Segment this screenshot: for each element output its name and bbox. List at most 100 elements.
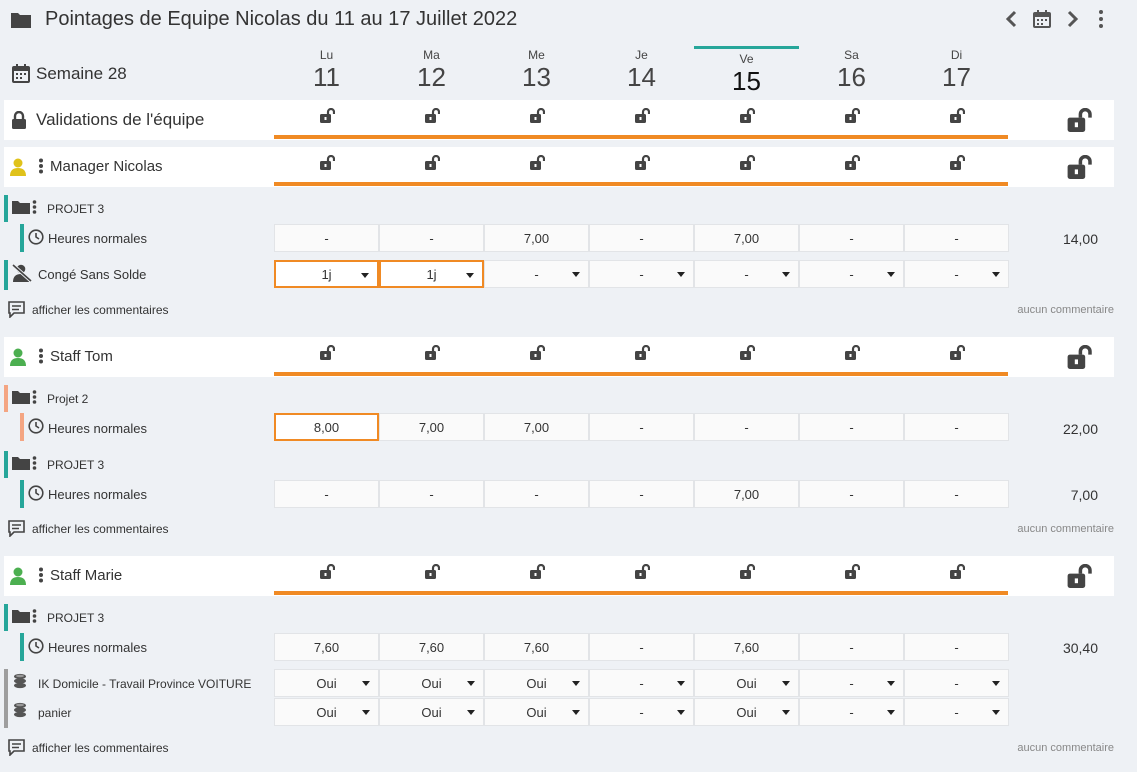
unlock-day-icon[interactable] bbox=[799, 108, 904, 123]
dropdown-cell[interactable]: - bbox=[799, 669, 904, 697]
unlock-day-icon[interactable] bbox=[904, 345, 1009, 360]
kebab-menu-icon[interactable] bbox=[32, 200, 37, 214]
unlock-day-icon[interactable] bbox=[274, 345, 379, 360]
chevron-left-icon[interactable] bbox=[1003, 9, 1021, 29]
unlock-day-icon[interactable] bbox=[379, 155, 484, 170]
dropdown-cell[interactable]: - bbox=[904, 698, 1009, 726]
unlock-day-icon[interactable] bbox=[904, 155, 1009, 170]
time-input-cell[interactable]: - bbox=[589, 224, 694, 252]
time-input-cell[interactable]: - bbox=[274, 480, 379, 508]
unlock-day-icon[interactable] bbox=[484, 345, 589, 360]
dropdown-cell[interactable]: Oui bbox=[379, 698, 484, 726]
unlock-day-icon[interactable] bbox=[274, 564, 379, 579]
dropdown-cell[interactable]: - bbox=[589, 698, 694, 726]
unlock-total-icon[interactable] bbox=[1066, 564, 1092, 588]
unlock-day-icon[interactable] bbox=[589, 345, 694, 360]
folder-icon bbox=[12, 200, 30, 214]
dropdown-cell[interactable]: 1j bbox=[274, 260, 379, 288]
time-input-cell[interactable]: - bbox=[799, 413, 904, 441]
dropdown-cell[interactable]: - bbox=[799, 260, 904, 288]
comment-icon[interactable] bbox=[8, 301, 25, 318]
unlock-day-icon[interactable] bbox=[379, 108, 484, 123]
dropdown-cell[interactable]: - bbox=[484, 260, 589, 288]
time-input-cell[interactable]: 7,00 bbox=[484, 413, 589, 441]
time-input-cell[interactable]: - bbox=[589, 413, 694, 441]
dropdown-cell[interactable]: Oui bbox=[694, 669, 799, 697]
kebab-menu-icon[interactable] bbox=[38, 567, 44, 583]
time-input-cell[interactable]: 7,00 bbox=[484, 224, 589, 252]
unlock-day-icon[interactable] bbox=[484, 564, 589, 579]
unlock-day-icon[interactable] bbox=[379, 564, 484, 579]
time-input-cell[interactable]: 7,60 bbox=[694, 633, 799, 661]
dropdown-cell[interactable]: - bbox=[799, 698, 904, 726]
unlock-day-icon[interactable] bbox=[484, 155, 589, 170]
unlock-day-icon[interactable] bbox=[694, 564, 799, 579]
unlock-total-icon[interactable] bbox=[1066, 108, 1092, 132]
dropdown-cell[interactable]: - bbox=[589, 260, 694, 288]
time-input-cell[interactable]: 7,60 bbox=[379, 633, 484, 661]
kebab-menu-icon[interactable] bbox=[32, 609, 37, 623]
dropdown-cell[interactable]: - bbox=[904, 669, 1009, 697]
show-comments-link[interactable]: afficher les commentaires bbox=[32, 522, 169, 536]
dropdown-cell[interactable]: Oui bbox=[379, 669, 484, 697]
time-input-cell[interactable]: - bbox=[799, 480, 904, 508]
unlock-day-icon[interactable] bbox=[274, 108, 379, 123]
time-input-cell[interactable]: 8,00 bbox=[274, 413, 379, 441]
comment-icon[interactable] bbox=[8, 520, 25, 537]
unlock-day-icon[interactable] bbox=[694, 155, 799, 170]
time-input-cell[interactable]: - bbox=[904, 480, 1009, 508]
kebab-menu-icon[interactable] bbox=[32, 456, 37, 470]
time-input-cell[interactable]: - bbox=[904, 633, 1009, 661]
unlock-total-icon[interactable] bbox=[1066, 345, 1092, 369]
dropdown-cell[interactable]: Oui bbox=[694, 698, 799, 726]
unlock-day-icon[interactable] bbox=[379, 345, 484, 360]
clock-icon bbox=[28, 418, 44, 434]
show-comments-link[interactable]: afficher les commentaires bbox=[32, 741, 169, 755]
dropdown-cell[interactable]: - bbox=[904, 260, 1009, 288]
time-input-cell[interactable]: - bbox=[484, 480, 589, 508]
unlock-total-icon[interactable] bbox=[1066, 155, 1092, 179]
time-input-cell[interactable]: 7,60 bbox=[484, 633, 589, 661]
unlock-day-icon[interactable] bbox=[799, 564, 904, 579]
time-input-cell[interactable]: - bbox=[589, 633, 694, 661]
unlock-day-icon[interactable] bbox=[589, 108, 694, 123]
unlock-day-icon[interactable] bbox=[484, 108, 589, 123]
dropdown-cell[interactable]: - bbox=[694, 260, 799, 288]
unlock-day-icon[interactable] bbox=[799, 155, 904, 170]
unlock-day-icon[interactable] bbox=[274, 155, 379, 170]
comment-icon[interactable] bbox=[8, 739, 25, 756]
unlock-day-icon[interactable] bbox=[589, 155, 694, 170]
kebab-menu-icon[interactable] bbox=[32, 390, 37, 404]
kebab-menu-icon[interactable] bbox=[38, 348, 44, 364]
time-input-cell[interactable]: - bbox=[799, 224, 904, 252]
time-input-cell[interactable]: - bbox=[589, 480, 694, 508]
kebab-menu-icon[interactable] bbox=[38, 158, 44, 174]
dropdown-cell[interactable]: Oui bbox=[274, 669, 379, 697]
more-vertical-icon[interactable] bbox=[1094, 9, 1108, 29]
time-input-cell[interactable]: 7,00 bbox=[694, 224, 799, 252]
unlock-day-icon[interactable] bbox=[694, 108, 799, 123]
time-input-cell[interactable]: 7,00 bbox=[694, 480, 799, 508]
unlock-day-icon[interactable] bbox=[904, 564, 1009, 579]
unlock-day-icon[interactable] bbox=[694, 345, 799, 360]
time-input-cell[interactable]: - bbox=[904, 224, 1009, 252]
unlock-day-icon[interactable] bbox=[799, 345, 904, 360]
calendar-icon[interactable] bbox=[1032, 9, 1052, 29]
time-input-cell[interactable]: - bbox=[379, 480, 484, 508]
time-input-cell[interactable]: 7,00 bbox=[379, 413, 484, 441]
dropdown-cell[interactable]: Oui bbox=[484, 669, 589, 697]
time-input-cell[interactable]: - bbox=[274, 224, 379, 252]
dropdown-cell[interactable]: Oui bbox=[274, 698, 379, 726]
time-input-cell[interactable]: - bbox=[799, 633, 904, 661]
dropdown-cell[interactable]: 1j bbox=[379, 260, 484, 288]
dropdown-cell[interactable]: Oui bbox=[484, 698, 589, 726]
time-input-cell[interactable]: 7,60 bbox=[274, 633, 379, 661]
unlock-day-icon[interactable] bbox=[589, 564, 694, 579]
time-input-cell[interactable]: - bbox=[379, 224, 484, 252]
show-comments-link[interactable]: afficher les commentaires bbox=[32, 303, 169, 317]
time-input-cell[interactable]: - bbox=[694, 413, 799, 441]
chevron-right-icon[interactable] bbox=[1063, 9, 1081, 29]
dropdown-cell[interactable]: - bbox=[589, 669, 694, 697]
unlock-day-icon[interactable] bbox=[904, 108, 1009, 123]
time-input-cell[interactable]: - bbox=[904, 413, 1009, 441]
